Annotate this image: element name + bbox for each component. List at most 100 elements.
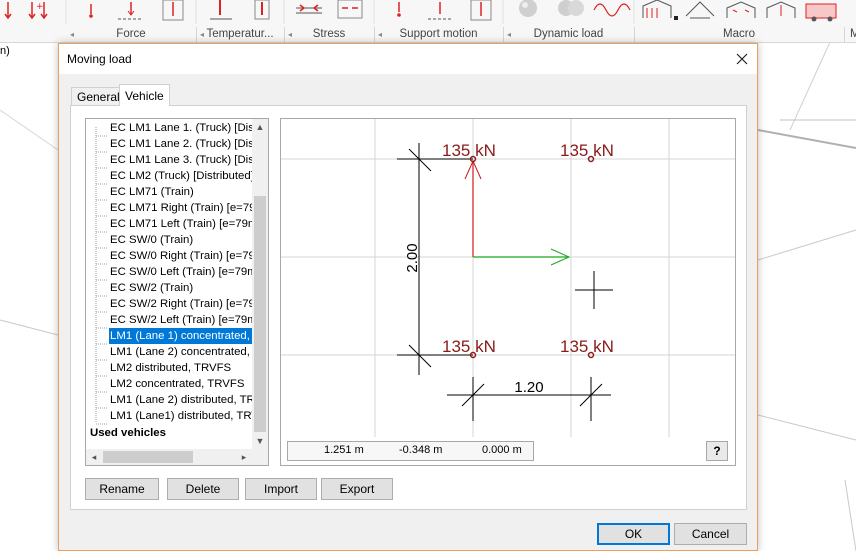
vehicle-tree-item[interactable]: EC SW/2 Right (Train) [e=79m [109, 296, 265, 312]
used-vehicles-node[interactable]: Used vehicles [90, 425, 166, 441]
vehicle-tree-item[interactable]: EC LM71 Right (Train) [e=79m [109, 200, 266, 216]
dialog-titlebar[interactable]: Moving load [59, 44, 757, 74]
support-surface-displacement-icon[interactable] [470, 0, 492, 21]
scrollbar-thumb[interactable] [254, 196, 266, 432]
coord-y: -0.348 m [399, 444, 443, 456]
ribbon-group-label: Stress [312, 28, 346, 40]
tree-horizontal-scrollbar[interactable]: ◂ ▸ [86, 449, 268, 465]
group-launcher-icon[interactable]: ◂ [507, 27, 511, 42]
distributed-force-icon[interactable] [4, 2, 12, 20]
ok-button[interactable]: OK [597, 523, 670, 545]
vehicle-tree-item[interactable]: EC LM1 Lane 2. (Truck) [Distri [109, 136, 264, 152]
vehicle-tree[interactable]: EC LM1 Lane 1. (Truck) [Distri EC LM1 Lan… [85, 118, 269, 466]
axis-x-icon [473, 248, 571, 266]
axle-load-label: 135 kN [442, 337, 496, 356]
ribbon-group-label: Macro [723, 28, 755, 40]
support-line-displacement-icon[interactable] [428, 2, 452, 20]
group-launcher-icon[interactable]: ◂ [200, 27, 204, 42]
tab-vehicle[interactable]: Vehicle [119, 84, 170, 106]
import-button[interactable]: Import [245, 478, 317, 500]
ribbon-group-label: M [850, 28, 856, 40]
ribbon-group-macro[interactable]: Macro [634, 27, 845, 42]
help-button[interactable]: ? [706, 441, 728, 461]
macro-frame-icon[interactable] [726, 1, 756, 18]
svg-text:+: + [36, 2, 44, 12]
temperature-gradient-icon[interactable] [254, 0, 270, 20]
delete-button[interactable]: Delete [167, 478, 239, 500]
close-icon[interactable] [731, 48, 753, 70]
ribbon-icon-strip: + [4, 0, 837, 24]
ribbon-group-temperature[interactable]: ◂ Temperatur... [196, 27, 285, 42]
ribbon-group-labels: ◂ Force ◂ Temperatur... ◂ Stress ◂ Suppo… [0, 27, 856, 42]
vehicle-load-icon[interactable] [805, 3, 837, 22]
macro-building-icon[interactable] [766, 1, 796, 18]
scroll-right-icon[interactable]: ▸ [236, 449, 252, 465]
group-launcher-icon[interactable]: ◂ [288, 27, 292, 42]
line-load-icon[interactable] [118, 2, 143, 20]
tab-general[interactable]: General [71, 87, 126, 106]
group-launcher-icon[interactable]: ◂ [378, 27, 382, 42]
vehicle-preview-drawing: 2.00 1.20 135 kN 135 kN135 kN 135 kN [281, 119, 735, 437]
ribbon-group-dynamic-load[interactable]: ◂ Dynamic load [503, 27, 635, 42]
vehicle-tree-item[interactable]: EC SW/2 (Train) [109, 280, 194, 296]
ribbon-group-stress[interactable]: ◂ Stress [284, 27, 375, 42]
ribbon-group-m[interactable]: M [844, 27, 856, 42]
vehicle-tab-panel: EC LM1 Lane 1. (Truck) [Distri EC LM1 Lan… [70, 105, 747, 510]
export-button[interactable]: Export [321, 478, 393, 500]
coord-z: 0.000 m [482, 444, 522, 456]
left-panel-fragment: n) [0, 45, 10, 57]
mass-sphere-icon[interactable] [519, 0, 537, 17]
vehicle-tree-item[interactable]: EC LM71 Left (Train) [e=79mr [109, 216, 262, 232]
ribbon-group-force[interactable]: ◂ Force [66, 27, 197, 42]
point-load-icon[interactable] [89, 4, 93, 18]
ribbon-group-support-motion[interactable]: ◂ Support motion [374, 27, 504, 42]
crosshair-cursor-icon [575, 271, 613, 309]
vehicle-tree-item[interactable]: LM1 (Lane 2) concentrated, T [109, 344, 261, 360]
scrollbar-thumb[interactable] [103, 451, 193, 463]
ribbon-group-label: Temperatur... [206, 28, 274, 40]
temperature-icon[interactable] [210, 0, 232, 20]
tree-connector-lines [95, 127, 108, 425]
ribbon: + ◂ Force ◂ Temperatur... ◂ Stress ◂ Sup… [0, 0, 856, 43]
rename-button[interactable]: Rename [85, 478, 159, 500]
macro-house-icon[interactable] [642, 0, 678, 20]
scroll-down-icon[interactable]: ▼ [252, 433, 268, 449]
macro-roof-icon[interactable] [685, 1, 715, 19]
ribbon-group-label: Force [116, 28, 146, 40]
moving-load-dialog: Moving load General Vehicle EC LM1 Lane … [58, 43, 758, 551]
vehicle-tree-item[interactable]: LM1 (Lane 1) concentrated, T [108, 327, 262, 345]
stress-surface-icon[interactable] [337, 0, 363, 19]
group-launcher-icon[interactable]: ◂ [70, 27, 74, 42]
vehicle-tree-item[interactable]: EC LM1 Lane 3. (Truck) [Distri [109, 152, 264, 168]
vehicle-tree-item[interactable]: EC SW/0 (Train) [109, 232, 194, 248]
cancel-button[interactable]: Cancel [674, 523, 747, 545]
dimension-label-vertical: 2.00 [404, 243, 421, 272]
vehicle-tree-item[interactable]: EC LM1 Lane 1. (Truck) [Distri [109, 120, 264, 136]
cursor-coordinates: 1.251 m -0.348 m 0.000 m [287, 441, 534, 461]
stress-icon[interactable] [296, 4, 322, 14]
multiple-forces-icon[interactable]: + [28, 2, 48, 20]
vehicle-tree-item[interactable]: LM1 (Lane1) distributed, TRVF [109, 408, 267, 424]
axis-y-icon [464, 159, 482, 257]
surface-load-icon[interactable] [162, 0, 184, 21]
scroll-up-icon[interactable]: ▲ [252, 119, 268, 135]
mass-spheres-icon[interactable] [558, 0, 584, 16]
time-function-icon[interactable] [593, 3, 631, 17]
axle-load-label: 135 kN [560, 141, 614, 160]
vehicle-tree-item[interactable]: EC SW/0 Right (Train) [e=79m [109, 248, 265, 264]
axle-load-label: 135 kN [442, 141, 496, 160]
tree-vertical-scrollbar[interactable]: ▲ ▼ [252, 119, 268, 449]
support-displacement-icon[interactable] [397, 2, 401, 17]
dimension-label-horizontal: 1.20 [514, 379, 543, 396]
coord-x: 1.251 m [324, 444, 364, 456]
vehicle-tree-item[interactable]: LM2 concentrated, TRVFS [109, 376, 245, 392]
vehicle-tree-item[interactable]: EC SW/2 Left (Train) [e=79mr [109, 312, 262, 328]
ribbon-group-label: Dynamic load [533, 28, 604, 40]
vehicle-tree-item[interactable]: LM2 distributed, TRVFS [109, 360, 232, 376]
vehicle-preview[interactable]: 2.00 1.20 135 kN 135 kN 135 kN 135 kN 1.… [280, 118, 736, 466]
vehicle-tree-item[interactable]: LM1 (Lane 2) distributed, TRV [109, 392, 263, 408]
vehicle-tree-item[interactable]: EC LM2 (Truck) [Distributed] [109, 168, 255, 184]
vehicle-tree-item[interactable]: EC LM71 (Train) [109, 184, 195, 200]
scroll-left-icon[interactable]: ◂ [86, 449, 102, 465]
vehicle-tree-item[interactable]: EC SW/0 Left (Train) [e=79mr [109, 264, 262, 280]
